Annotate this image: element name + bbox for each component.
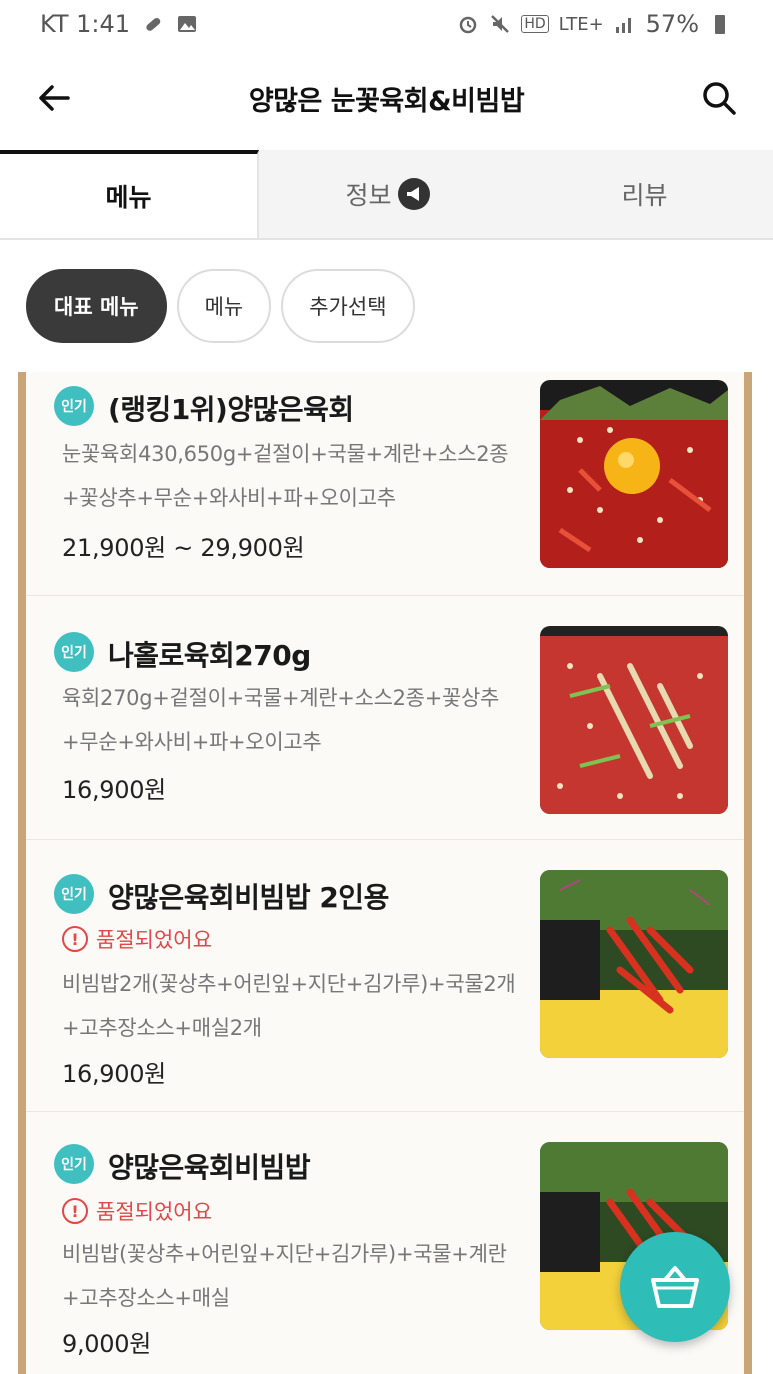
network-type: LTE+ [558, 13, 604, 35]
soldout-label: 품절되었어요 [96, 928, 212, 952]
menu-item[interactable]: 인기 양많은육회비빔밥 ! 품절되었어요 비빔밥(꽃상추+어린잎+지단+김가루)… [26, 1112, 744, 1374]
pill-icon [146, 17, 161, 31]
menu-item[interactable]: 인기 나홀로육회270g 육회270g+겉절이+국물+계란+소스2종+꽃상추+무… [26, 596, 744, 840]
menu-item-description: 눈꽃육회430,650g+겉절이+국물+계란+소스2종+꽃상추+무순+와사비+파… [62, 442, 509, 510]
signal-icon [615, 18, 631, 33]
status-bar: KT 1:41 HD LTE+ 57% [0, 0, 773, 48]
chip-extra-options[interactable]: 추가선택 [281, 269, 415, 343]
menu-list: 인기 (랭킹1위)양많은육회 눈꽃육회430,650g+겉절이+국물+계란+소스… [18, 372, 752, 1374]
chip-menu[interactable]: 메뉴 [176, 269, 272, 343]
alarm-icon [460, 16, 477, 34]
soldout-notice: ! 품절되었어요 [62, 924, 212, 954]
menu-item-price: 21,900원 ~ 29,900원 [62, 534, 305, 562]
page-title: 양많은 눈꽃육회&비빔밥 [248, 85, 525, 117]
tab-review-label: 리뷰 [621, 181, 668, 210]
image-icon [178, 16, 197, 32]
alert-icon: ! [62, 926, 88, 952]
tab-menu[interactable]: 메뉴 [0, 150, 259, 238]
menu-item-price: 16,900원 [62, 776, 166, 804]
battery-percent: 57% [645, 10, 699, 38]
menu-item-photo [540, 380, 728, 568]
menu-item[interactable]: 인기 (랭킹1위)양많은육회 눈꽃육회430,650g+겉절이+국물+계란+소스… [26, 372, 744, 596]
menu-item-name: 양많은육회비빔밥 [108, 1151, 311, 1184]
popular-badge: 인기 [54, 386, 94, 426]
tab-bar: 메뉴 정보 리뷰 [0, 150, 773, 240]
menu-item-description: 육회270g+겉절이+국물+계란+소스2종+꽃상추+무순+와사비+파+오이고추 [62, 686, 500, 754]
status-right: HD LTE+ 57% [457, 10, 731, 38]
menu-item-name: (랭킹1위)양많은육회 [108, 393, 354, 426]
app-header: 양많은 눈꽃육회&비빔밥 [0, 58, 773, 138]
popular-badge: 인기 [54, 632, 94, 672]
mute-icon [491, 15, 510, 33]
hd-icon: HD [521, 15, 549, 33]
megaphone-icon [397, 178, 430, 210]
search-icon[interactable] [699, 78, 739, 118]
menu-item-name: 나홀로육회270g [108, 639, 311, 672]
menu-item-name: 양많은육회비빔밥 2인용 [108, 881, 389, 914]
soldout-notice: ! 품절되었어요 [62, 1196, 212, 1226]
tab-info[interactable]: 정보 [259, 150, 516, 238]
menu-item-description: 비빔밥2개(꽃상추+어린잎+지단+김가루)+국물2개+고추장소스+매실2개 [62, 972, 516, 1040]
category-chips: 대표 메뉴 메뉴 추가선택 [26, 268, 415, 344]
status-carrier-time: KT 1:41 [40, 10, 131, 38]
arrow-left-icon[interactable] [34, 78, 74, 118]
menu-item[interactable]: 인기 양많은육회비빔밥 2인용 ! 품절되었어요 비빔밥2개(꽃상추+어린잎+지… [26, 840, 744, 1112]
status-left: KT 1:41 [40, 10, 198, 38]
cart-button[interactable] [620, 1232, 730, 1342]
tab-info-label: 정보 [345, 181, 392, 210]
alert-icon: ! [62, 1198, 88, 1224]
tab-menu-label: 메뉴 [105, 183, 152, 212]
basket-icon [651, 1266, 699, 1308]
menu-item-photo [540, 626, 728, 814]
battery-icon [715, 15, 725, 34]
menu-item-description: 비빔밥(꽃상추+어린잎+지단+김가루)+국물+계란+고추장소스+매실 [62, 1242, 507, 1310]
menu-item-price: 9,000원 [62, 1330, 151, 1358]
menu-item-photo [540, 870, 728, 1058]
tab-review[interactable]: 리뷰 [516, 150, 773, 238]
soldout-label: 품절되었어요 [96, 1200, 212, 1224]
chip-signature-menu[interactable]: 대표 메뉴 [26, 269, 167, 343]
popular-badge: 인기 [54, 1144, 94, 1184]
menu-item-price: 16,900원 [62, 1060, 166, 1088]
popular-badge: 인기 [54, 874, 94, 914]
